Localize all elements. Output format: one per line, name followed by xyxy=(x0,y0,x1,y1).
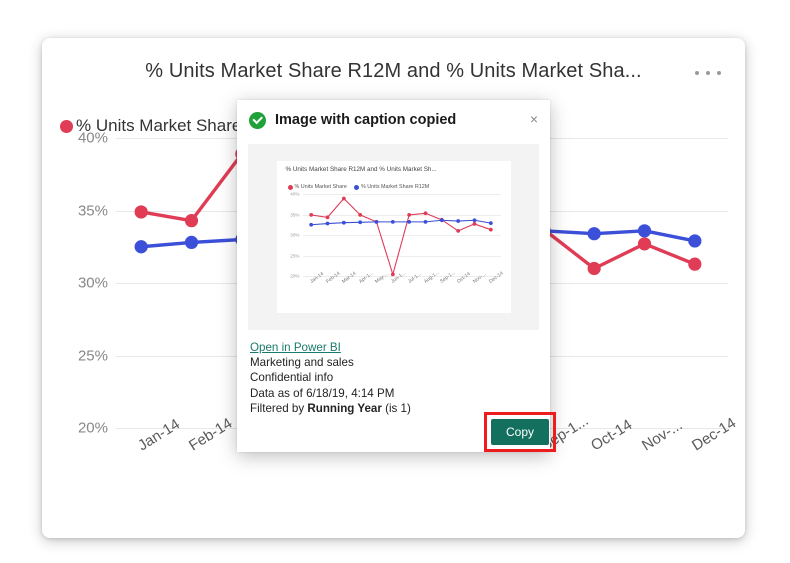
data-point[interactable] xyxy=(637,237,652,251)
y-axis-tick-label: 40% xyxy=(77,129,108,147)
series-line xyxy=(310,219,491,226)
open-in-power-bi-link[interactable]: Open in Power BI xyxy=(250,340,341,355)
dialog-title: Image with caption copied xyxy=(275,112,457,128)
y-axis-tick-label: 35% xyxy=(77,202,108,219)
thumbnail-legend-item: % Units Market Share R12M xyxy=(353,184,430,190)
copy-button[interactable]: Copy xyxy=(491,419,549,445)
data-point[interactable] xyxy=(184,235,199,249)
data-point[interactable] xyxy=(488,227,493,232)
caption-filter-prefix: Filtered by xyxy=(250,401,308,415)
data-point[interactable] xyxy=(357,213,362,217)
data-point[interactable] xyxy=(406,219,411,224)
legend-label: % Units Market Share R12M xyxy=(360,184,430,190)
data-point[interactable] xyxy=(472,222,476,226)
ellipsis-dot xyxy=(717,71,721,75)
legend-marker-icon xyxy=(353,184,359,190)
y-axis-tick-label: 20% xyxy=(77,419,108,437)
caption-data-timestamp: Data as of 6/18/19, 4:14 PM xyxy=(250,386,395,400)
chart-series-svg xyxy=(308,196,493,277)
data-point[interactable] xyxy=(423,211,427,216)
data-point[interactable] xyxy=(325,215,329,220)
more-options-icon[interactable] xyxy=(695,64,721,82)
y-axis-tick-label: 35% xyxy=(290,212,300,217)
data-point[interactable] xyxy=(341,196,346,201)
data-point[interactable] xyxy=(587,261,601,276)
data-point[interactable] xyxy=(374,219,378,224)
check-circle-icon xyxy=(249,111,266,129)
dialog-header: Image with caption copied × xyxy=(237,100,550,140)
data-point[interactable] xyxy=(308,222,313,227)
data-point[interactable] xyxy=(325,221,329,226)
data-point[interactable] xyxy=(688,257,702,271)
caption-filter-name: Running Year xyxy=(307,401,382,415)
thumbnail-plot: 40% 35% 30% 25% 20% Jan-14 Feb-14 Mar-14 Apr-1..… xyxy=(285,191,505,285)
caption-block: Open in Power BI Marketing and sales Con… xyxy=(250,340,411,416)
caption-filter-suffix: (is 1) xyxy=(381,401,411,415)
data-point[interactable] xyxy=(134,205,148,219)
data-point[interactable] xyxy=(390,219,395,224)
image-copied-dialog: Image with caption copied × % Units Mark… xyxy=(237,100,550,452)
data-point[interactable] xyxy=(488,221,493,226)
data-point[interactable] xyxy=(637,224,652,238)
y-axis-tick-label: 30% xyxy=(290,232,300,238)
data-point[interactable] xyxy=(134,240,148,254)
series-line xyxy=(310,197,491,275)
ellipsis-dot xyxy=(695,71,699,75)
thumbnail-chart-legend: % Units Market Share % Units Market Shar… xyxy=(287,184,437,190)
thumbnail-preview-area: % Units Market Share R12M and % Units Ma… xyxy=(248,144,539,330)
data-point[interactable] xyxy=(455,219,460,223)
data-point[interactable] xyxy=(472,218,476,223)
data-point[interactable] xyxy=(439,218,444,223)
data-point[interactable] xyxy=(357,220,362,225)
y-axis-tick-label: 30% xyxy=(77,274,108,292)
data-point[interactable] xyxy=(423,219,427,224)
page-title: % Units Market Share R12M and % Units Ma… xyxy=(145,60,642,82)
data-point[interactable] xyxy=(688,234,702,248)
thumbnail-chart-title: % Units Market Share R12M and % Units Ma… xyxy=(285,166,437,173)
thumbnail-chart-card: % Units Market Share R12M and % Units Ma… xyxy=(276,161,511,313)
y-axis-tick-label: 40% xyxy=(290,191,300,197)
data-point[interactable] xyxy=(406,213,411,217)
thumbnail-legend-item: % Units Market Share xyxy=(287,184,347,190)
legend-marker-icon xyxy=(287,184,293,190)
ellipsis-dot xyxy=(706,71,710,75)
y-axis-tick-label: 25% xyxy=(290,253,300,258)
data-point[interactable] xyxy=(455,229,460,233)
caption-workspace: Marketing and sales xyxy=(250,356,354,370)
close-icon[interactable]: × xyxy=(530,112,538,126)
legend-label: % Units Market Share xyxy=(294,184,347,190)
y-axis-tick-label: 25% xyxy=(77,347,108,364)
data-point[interactable] xyxy=(341,220,346,225)
caption-sensitivity: Confidential info xyxy=(250,371,334,385)
data-point[interactable] xyxy=(308,213,313,217)
data-point[interactable] xyxy=(587,227,601,241)
data-point[interactable] xyxy=(184,214,199,228)
y-axis-tick-label: 20% xyxy=(290,273,300,279)
